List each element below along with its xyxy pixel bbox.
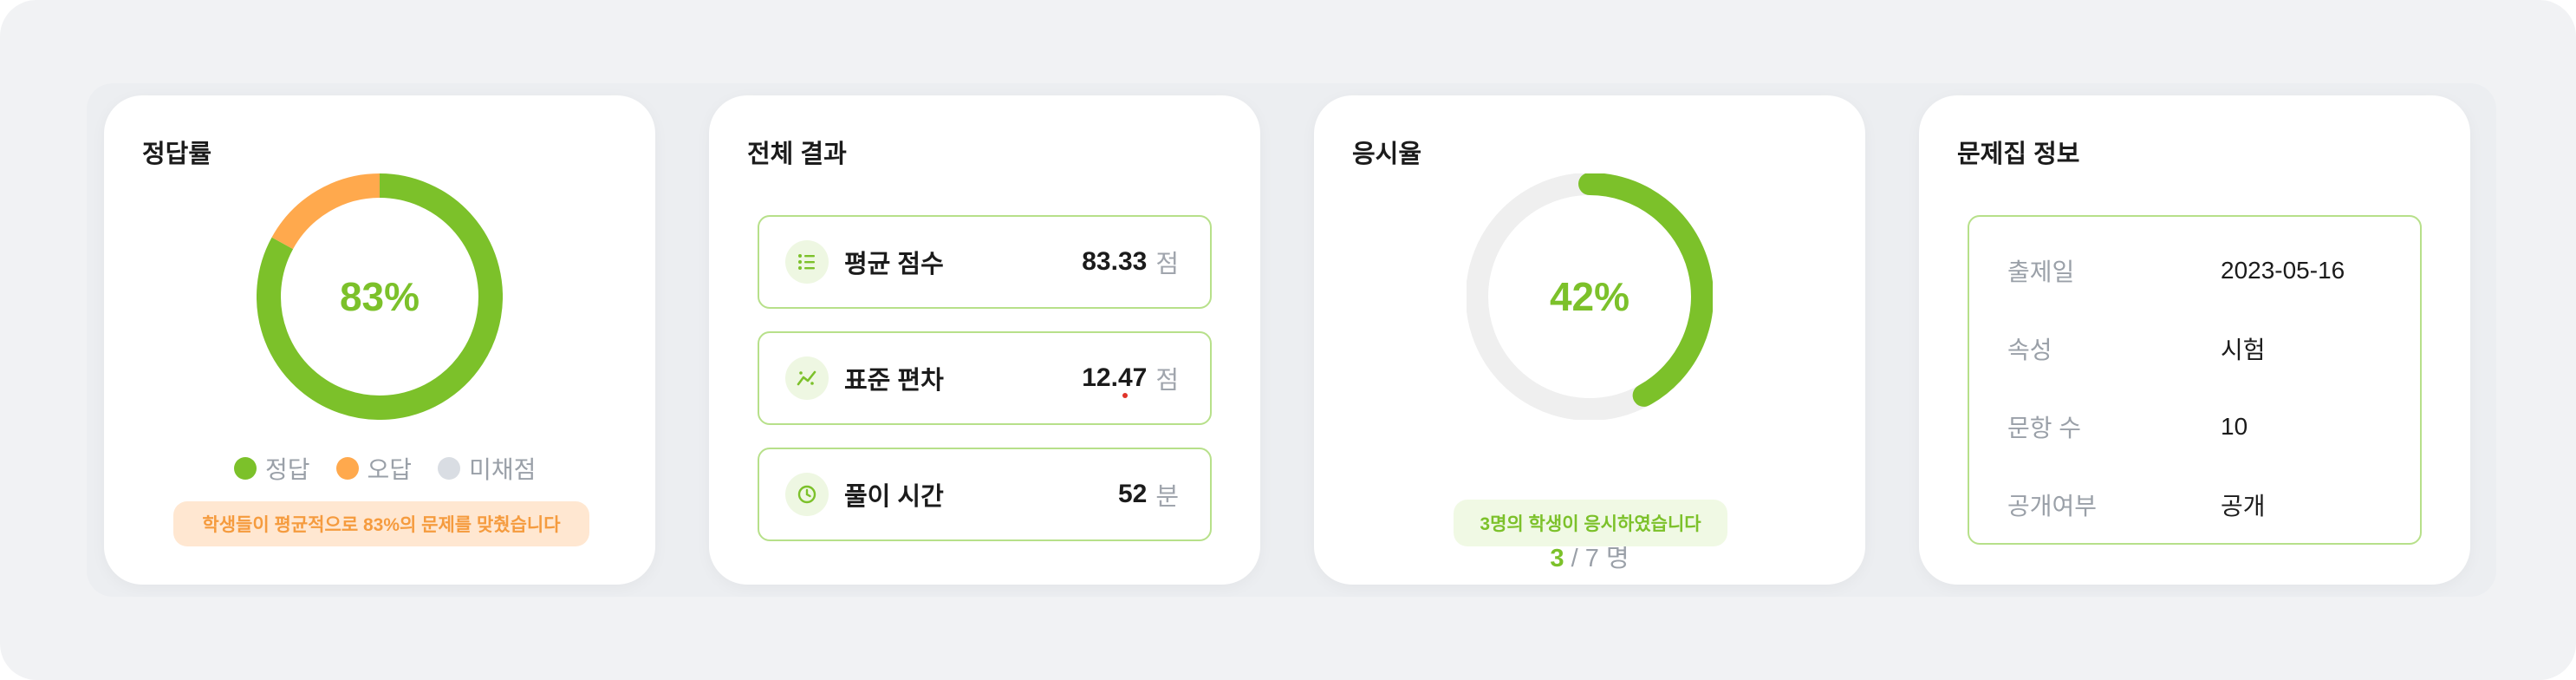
stat-std-deviation: 표준 편차 12.47 점 xyxy=(758,331,1212,425)
info-key-type: 속성 xyxy=(2007,337,2052,363)
stat-time-unit: 분 xyxy=(1155,483,1179,511)
info-key-count: 문항 수 xyxy=(2007,415,2082,441)
stat-average-unit: 점 xyxy=(1155,251,1179,278)
overall-title: 전체 결과 xyxy=(747,141,847,168)
stat-std-unit: 점 xyxy=(1155,367,1179,395)
accuracy-donut-chart: 83% xyxy=(257,173,503,420)
legend-unscored-label: 미채점 xyxy=(469,456,537,483)
participation-taken: 3 xyxy=(1550,545,1564,572)
legend-unscored: 미채점 xyxy=(438,451,536,486)
participation-card: 응시율 42% 3 / 7 명 3명의 학생이 응시하였습니다 xyxy=(1314,95,1865,585)
info-val-public: 공개 xyxy=(2221,493,2266,520)
participation-title: 응시율 xyxy=(1352,141,1422,168)
participation-total: / 7 명 xyxy=(1564,545,1630,572)
legend-correct-label: 정답 xyxy=(265,456,310,483)
info-val-count: 10 xyxy=(2221,413,2248,440)
info-val-type: 시험 xyxy=(2221,337,2266,363)
clock-icon xyxy=(785,473,829,516)
stat-average-score: 평균 점수 83.33 점 xyxy=(758,215,1212,309)
accuracy-note-text: 학생들이 평균적으로 83%의 문제를 맞췄습니다 xyxy=(202,515,561,535)
accuracy-legend: 정답 오답 미채점 xyxy=(234,451,536,486)
legend-unscored-dot xyxy=(438,457,461,480)
workbook-info-card: 문제집 정보 출제일 2023-05-16 속성 시험 문항 수 10 공개여부… xyxy=(1919,95,2470,585)
legend-wrong: 오답 xyxy=(335,451,413,486)
info-row-type: 속성 시험 xyxy=(1969,323,2420,375)
stat-std-value-text: 12.47 xyxy=(1082,363,1148,392)
info-row-count: 문항 수 10 xyxy=(1969,401,2420,453)
stat-std-label: 표준 편차 xyxy=(844,367,944,395)
info-title: 문제집 정보 xyxy=(1957,141,2080,168)
info-row-date: 출제일 2023-05-16 xyxy=(1969,245,2420,297)
info-table: 출제일 2023-05-16 속성 시험 문항 수 10 공개여부 공개 xyxy=(1968,215,2422,545)
info-key-public: 공개여부 xyxy=(2007,493,2098,520)
participation-ring-chart: 42% xyxy=(1467,173,1713,420)
participation-note-text: 3명의 학생이 응시하였습니다 xyxy=(1480,514,1701,534)
accuracy-title: 정답률 xyxy=(142,141,212,168)
legend-correct: 정답 xyxy=(234,451,310,486)
stat-time-value: 52 xyxy=(1117,480,1148,508)
participation-note-badge: 3명의 학생이 응시하였습니다 xyxy=(1454,500,1727,546)
overall-result-card: 전체 결과 평균 점수 83.33 점 표준 편차 12.47 점 풀이 시간 … xyxy=(709,95,1260,585)
stat-average-label: 평균 점수 xyxy=(844,251,944,278)
accuracy-card: 정답률 83% 정답 오답 미채점 학생들이 평균적으로 83%의 문제를 맞췄… xyxy=(104,95,655,585)
legend-correct-dot xyxy=(234,457,257,480)
accuracy-percent: 83% xyxy=(339,274,420,319)
info-val-date: 2023-05-16 xyxy=(2221,257,2345,284)
stat-time-label: 풀이 시간 xyxy=(844,483,944,511)
accuracy-note-badge: 학생들이 평균적으로 83%의 문제를 맞췄습니다 xyxy=(173,501,589,546)
stat-std-value: 12.47 xyxy=(1082,363,1148,398)
stat-average-value: 83.33 xyxy=(1082,247,1148,276)
participation-percent: 42% xyxy=(1549,274,1630,319)
red-dot-marker xyxy=(1122,393,1129,398)
trend-chart-icon xyxy=(785,356,829,400)
info-key-date: 출제일 xyxy=(2007,258,2075,285)
list-icon xyxy=(785,240,829,284)
legend-wrong-label: 오답 xyxy=(367,456,413,483)
info-row-public: 공개여부 공개 xyxy=(1969,479,2420,531)
stat-solve-time: 풀이 시간 52 분 xyxy=(758,448,1212,541)
legend-wrong-dot xyxy=(335,457,359,480)
dashboard-frame: 정답률 83% 정답 오답 미채점 학생들이 평균적으로 83%의 문제를 맞췄… xyxy=(0,0,2576,680)
